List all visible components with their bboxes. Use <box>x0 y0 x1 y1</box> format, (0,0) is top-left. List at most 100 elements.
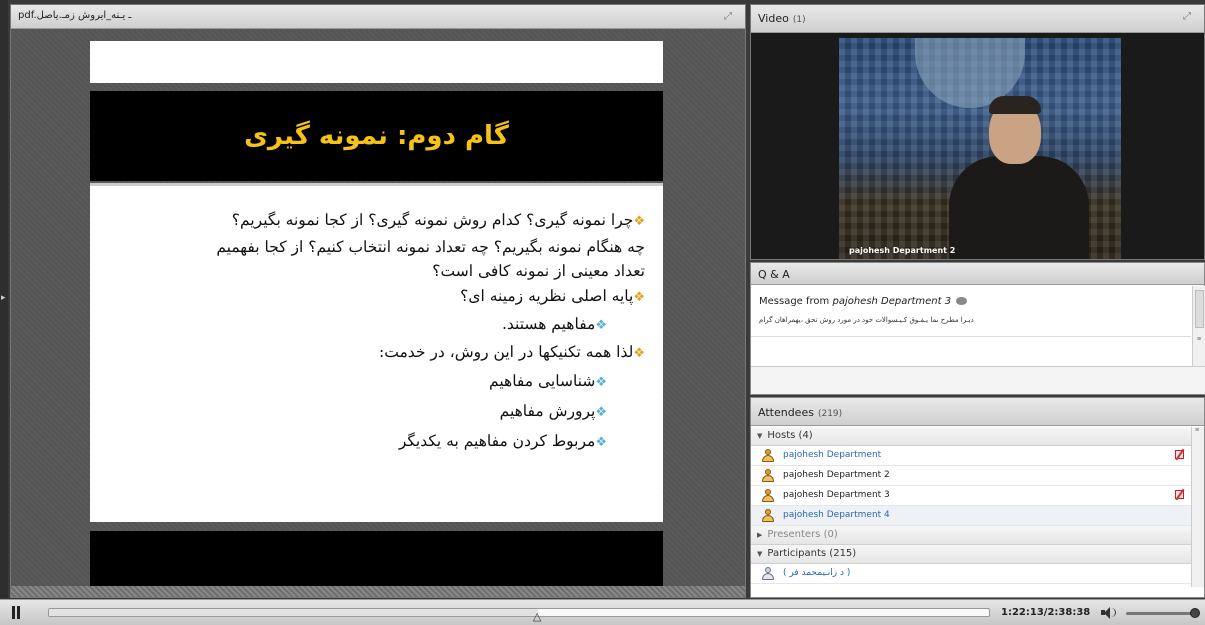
video-pod-title: Video (1) <box>758 12 806 25</box>
slide-line: ❖مفاهیم هستند. <box>104 310 645 340</box>
attendee-row[interactable]: pajohesh Department 4 <box>751 506 1192 526</box>
qa-message-sender: pajohesh Department 3 <box>832 296 952 307</box>
group-label: Hosts (4) <box>767 430 813 441</box>
attendee-name: ( د زانـیمحمد فر ) <box>783 568 851 578</box>
attendee-list: ▼ Hosts (4) pajohesh Department pajohesh De… <box>751 427 1192 584</box>
expand-arrow-icon[interactable]: ▸ <box>1 292 6 303</box>
bullet-icon: ❖ <box>633 289 645 305</box>
share-pod-header: pdf.ـ یـنه_ایروش زمـ.یاصل ⤢ <box>11 5 745 29</box>
slide-line-text: پرورش مفاهیم <box>499 401 596 420</box>
qa-footer <box>751 366 1205 394</box>
share-pod: pdf.ـ یـنه_ایروش زمـ.یاصل ⤢ گام دوم: نمو… <box>10 4 746 598</box>
group-label: Presenters (0) <box>767 529 838 540</box>
pause-icon[interactable] <box>10 606 22 619</box>
attendees-pod-title: Attendees (219) <box>758 406 842 419</box>
attendees-title-text: Attendees <box>758 406 814 419</box>
slide-line: ❖پایه اصلی نظریه زمینه ای؟ <box>104 284 645 311</box>
slide-line-text: پایه اصلی نظریه زمینه ای؟ <box>460 286 634 305</box>
bullet-icon: ❖ <box>595 404 607 420</box>
slide-area: گام دوم: نمونه گیری ❖چرا نمونه گیری؟ کدا… <box>12 30 744 586</box>
slide-line-text: لذا همه تکنیکها در این روش، در خدمت: <box>379 343 634 361</box>
attendee-row[interactable]: pajohesh Department 2 <box>751 466 1192 486</box>
bullet-icon: ❖ <box>595 318 607 333</box>
qa-divider <box>751 336 1191 337</box>
slide-line: ❖پرورش مفاهیم <box>104 397 645 427</box>
attendee-row[interactable]: pajohesh Department <box>751 446 1192 466</box>
participants-group[interactable]: ▼ Participants (215) <box>751 545 1192 564</box>
seek-progress <box>49 609 538 616</box>
attendee-name: pajohesh Department 4 <box>783 510 890 520</box>
video-person-body <box>949 156 1089 259</box>
time-readout: 1:22:13/2:38:38 <box>1001 607 1091 618</box>
edit-icon[interactable] <box>1174 448 1186 461</box>
edit-icon[interactable] <box>1174 488 1186 501</box>
grip-icon: ≡ <box>1197 336 1202 343</box>
bullet-icon: ❖ <box>633 346 645 361</box>
qa-pod: Q & A Message from pajohesh Department 3… <box>750 262 1205 395</box>
volume-slider[interactable] <box>1126 612 1196 615</box>
video-stream[interactable]: pajohesh Department 2 <box>839 38 1121 259</box>
attendee-row[interactable]: ( د زانـیمحمد فر ) <box>751 564 1192 584</box>
slide-line-text: شناسایی مفاهیم <box>489 371 596 390</box>
qa-scroll-thumb[interactable] <box>1195 290 1204 328</box>
slide-line-text: چرا نمونه گیری؟ کدام روش نمونه گیری؟ از … <box>231 211 634 229</box>
attendees-count: (219) <box>817 409 843 419</box>
slide-line-text: مفاهیم هستند. <box>501 315 596 333</box>
video-title-text: Video <box>758 12 789 25</box>
qa-pod-title: Q & A <box>758 268 790 281</box>
attendee-name: pajohesh Department 2 <box>783 470 890 480</box>
hosts-group[interactable]: ▼ Hosts (4) <box>751 427 1192 446</box>
playback-bar: △ 1:22:13/2:38:38 <box>0 599 1205 625</box>
user-icon <box>761 469 775 482</box>
slide-title: گام دوم: نمونه گیری <box>244 121 509 151</box>
user-icon <box>761 567 775 580</box>
slide-line-text: چه هنگام نمونه بگیریم؟ چه تعداد نمونه ان… <box>216 237 645 256</box>
collapse-triangle-icon[interactable]: ▼ <box>757 550 762 558</box>
slide-line: تعداد معینی از نمونه کافی است؟ <box>104 259 645 284</box>
attendees-pod: Attendees (219) ▼ Hosts (4) pajohesh Depart… <box>750 397 1205 598</box>
video-person-hair <box>989 96 1041 114</box>
user-icon <box>761 489 775 502</box>
meeting-room: ▸ pdf.ـ یـنه_ایروش زمـ.یاصل ⤢ گام دوم: ن… <box>0 0 1205 625</box>
slide-body: ❖چرا نمونه گیری؟ کدام روش نمونه گیری؟ از… <box>90 183 663 522</box>
maximize-icon[interactable]: ⤢ <box>724 11 737 23</box>
speaker-icon[interactable] <box>1101 606 1117 619</box>
attendee-row[interactable]: pajohesh Department 3 <box>751 486 1192 506</box>
bullet-icon: ❖ <box>595 374 607 390</box>
slide-title-band: گام دوم: نمونه گیری <box>90 91 663 181</box>
attendees-pod-header: Attendees (219) <box>751 398 1204 426</box>
attendee-name: pajohesh Department 3 <box>783 490 890 500</box>
group-label: Participants (215) <box>767 548 857 559</box>
qa-pod-header: Q & A <box>751 263 1204 285</box>
video-caption: pajohesh Department 2 <box>849 246 956 255</box>
slide-line-text: مربوط کردن مفاهیم به یکدیگر <box>398 431 596 450</box>
chat-icon <box>956 297 968 305</box>
slide-line: ❖چرا نمونه گیری؟ کدام روش نمونه گیری؟ از… <box>104 208 645 235</box>
qa-body: Message from pajohesh Department 3 دیـرا… <box>751 286 1205 394</box>
grip-icon: ≡ <box>1195 427 1200 434</box>
slide-line: چه هنگام نمونه بگیریم؟ چه تعداد نمونه ان… <box>104 235 645 260</box>
share-pod-footer <box>11 586 745 597</box>
slide-top-band <box>90 41 663 83</box>
attendee-scrollbar[interactable]: ≡ <box>1191 427 1204 587</box>
seek-track[interactable] <box>48 608 990 617</box>
expand-triangle-icon[interactable]: ▶ <box>757 531 762 539</box>
video-pod-header: Video (1) ⤢ <box>751 5 1204 33</box>
qa-message-text: دیـرا مطرح نما یـقـوق کـیـسوالات حود در … <box>759 316 974 324</box>
slide-line: ❖لذا همه تکنیکها در این روش، در خدمت: <box>104 340 645 367</box>
video-pod: Video (1) ⤢ pajohesh Department 2 <box>750 4 1205 260</box>
seek-thumb-icon[interactable]: △ <box>533 611 543 623</box>
slide-line: ❖شناسایی مفاهیم <box>104 367 645 397</box>
volume-knob[interactable] <box>1190 608 1200 618</box>
side-collapse-strip[interactable]: ▸ <box>0 0 8 598</box>
attendee-name: pajohesh Department <box>783 450 882 460</box>
bullet-icon: ❖ <box>595 434 607 450</box>
video-count: (1) <box>792 15 806 25</box>
share-pod-filename: pdf.ـ یـنه_ایروش زمـ.یاصل <box>18 10 132 21</box>
collapse-triangle-icon[interactable]: ▼ <box>757 432 762 440</box>
qa-scrollbar[interactable]: ≡ <box>1192 286 1205 366</box>
maximize-icon[interactable]: ⤢ <box>1183 11 1196 23</box>
presenters-group[interactable]: ▶ Presenters (0) <box>751 526 1192 545</box>
bullet-icon: ❖ <box>633 214 645 229</box>
slide-line-text: تعداد معینی از نمونه کافی است؟ <box>432 262 645 280</box>
